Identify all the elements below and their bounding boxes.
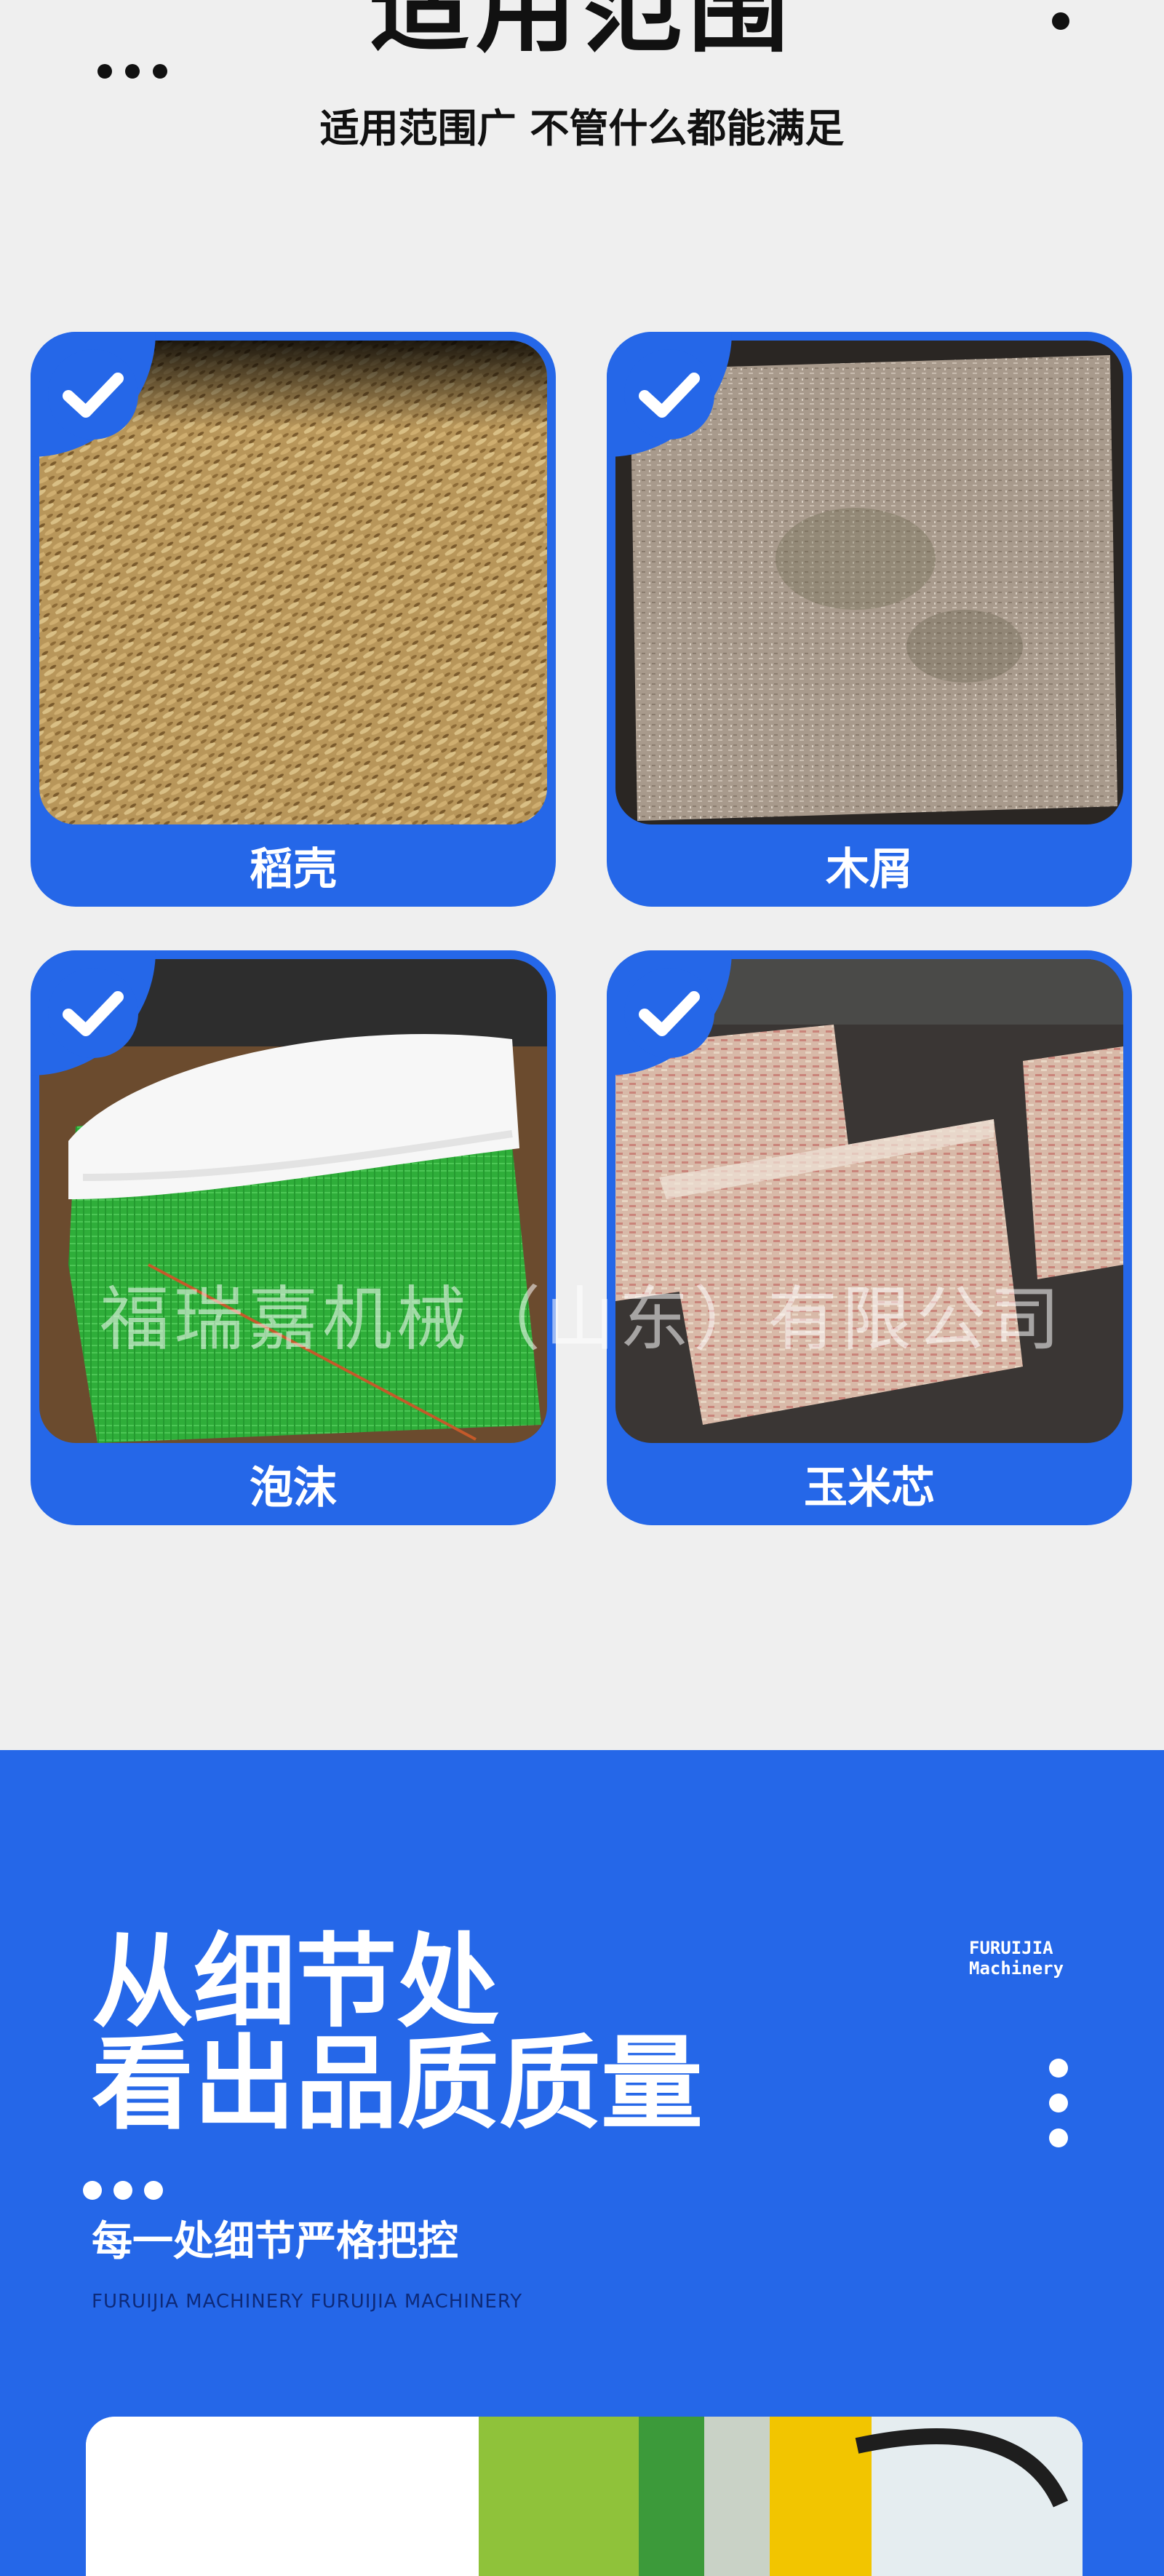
- section-subtitle: 适用范围广 不管什么都能满足: [319, 106, 845, 151]
- check-icon: [624, 968, 714, 1058]
- material-card-corn-cob: 玉米芯: [607, 950, 1132, 1525]
- check-badge: [31, 332, 156, 457]
- decorative-dots-vertical: [1049, 2059, 1068, 2147]
- detail-heading-line1: 从细节处: [92, 1923, 500, 2042]
- check-badge: [607, 332, 732, 457]
- decorative-dot: [1052, 12, 1069, 30]
- material-card-sawdust: 木屑: [607, 332, 1132, 907]
- detail-tagline: 每一处细节严格把控: [92, 2218, 458, 2265]
- application-scope-section: 适用范围 适用范围广 不管什么都能满足 稻壳 木屑 泡沫 玉米芯 福瑞嘉机械（山…: [0, 0, 1164, 1750]
- detail-english-caption: FURUIJIA MACHINERY FURUIJIA MACHINERY: [92, 2291, 523, 2313]
- material-label: 木屑: [826, 844, 913, 895]
- brand-mark: FURUIJIA Machinery: [969, 1938, 1064, 1979]
- brand-line1: FURUIJIA: [969, 1938, 1053, 1958]
- material-label: 泡沫: [250, 1463, 337, 1514]
- machine-detail-photo: [86, 2417, 1083, 2576]
- check-badge: [607, 950, 732, 1076]
- decorative-dots: [97, 64, 167, 79]
- material-card-foam: 泡沫: [31, 950, 556, 1525]
- check-badge: [31, 950, 156, 1076]
- detail-quality-section: 从细节处 看出品质质量 FURUIJIA Machinery 每一处细节严格把控…: [0, 1750, 1164, 2576]
- section-title: 适用范围: [369, 0, 794, 66]
- check-icon: [48, 968, 138, 1058]
- detail-heading-line2: 看出品质质量: [92, 2025, 703, 2144]
- material-label: 玉米芯: [804, 1463, 935, 1514]
- material-card-rice-husk: 稻壳: [31, 332, 556, 907]
- check-icon: [48, 349, 138, 440]
- decorative-dots-horizontal: [83, 2181, 163, 2200]
- material-label: 稻壳: [250, 844, 337, 895]
- brand-line2: Machinery: [969, 1958, 1064, 1979]
- check-icon: [624, 349, 714, 440]
